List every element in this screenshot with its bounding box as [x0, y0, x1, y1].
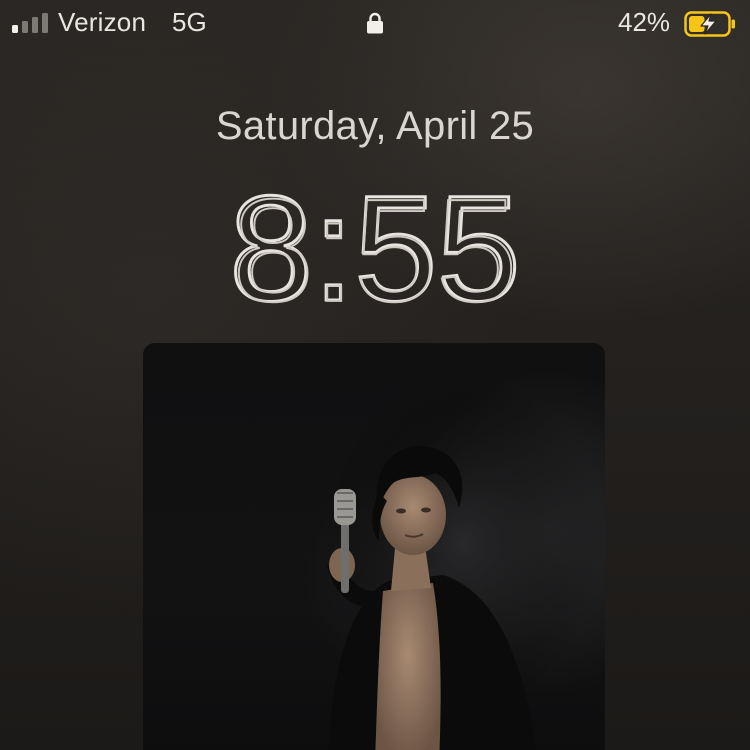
battery-charging-icon: [684, 11, 735, 37]
carrier-name: Verizon: [58, 7, 147, 37]
network-type: 5G: [172, 7, 207, 37]
lock-screen-clock[interactable]: 8:55 8:55: [205, 168, 545, 318]
clock-time-inner: 8:55: [232, 169, 517, 318]
lock-screen-date: Saturday, April 25: [215, 104, 535, 148]
status-bar: Verizon 5G 42%: [0, 0, 750, 50]
lock-icon: [367, 12, 383, 34]
photo-widget[interactable]: [143, 343, 605, 750]
photo-illustration: [323, 373, 603, 750]
battery-percentage: 42%: [618, 7, 671, 37]
lock-screen: Verizon 5G 42% Saturday, April 25 8:55 8…: [0, 0, 750, 750]
signal-icon: [12, 13, 48, 33]
